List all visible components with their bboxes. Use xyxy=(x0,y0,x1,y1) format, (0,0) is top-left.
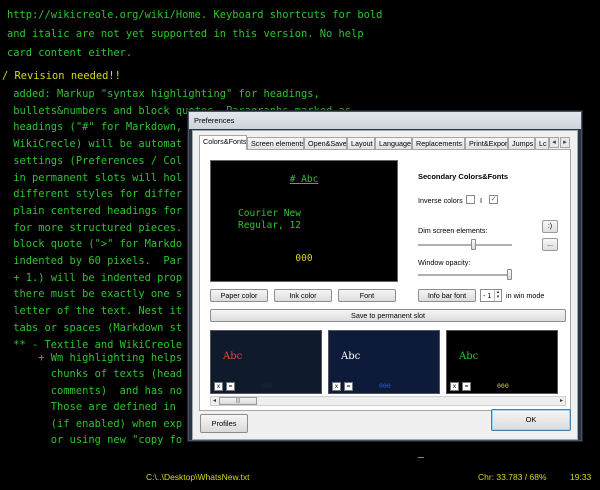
editor-line: block quote (">" for Markdo xyxy=(7,238,183,251)
slot-number: 000 xyxy=(379,382,391,390)
dialog-client-area: Colors&Fonts Screen elements Open&Save L… xyxy=(192,130,578,440)
tab-jumps[interactable]: Jumps xyxy=(508,137,535,149)
dim-screen-label: Dim screen elements: xyxy=(418,226,488,235)
color-slot[interactable]: Abc x = 000 xyxy=(446,330,558,394)
editor-line: chunks of texts (head xyxy=(7,368,183,381)
editor-line: / Revision needed!! xyxy=(2,70,121,82)
tab-scroll-left-icon[interactable]: ◂ xyxy=(549,137,559,148)
preview-font-desc: Courier New Regular, 12 xyxy=(238,208,301,232)
i-label: I xyxy=(480,196,482,205)
editor-line: (if enabled) when exp xyxy=(7,417,183,430)
info-bar-font-button[interactable]: Info bar font xyxy=(418,289,476,302)
opacity-slider-thumb[interactable] xyxy=(507,269,512,280)
scroll-thumb[interactable]: ||| xyxy=(219,397,257,405)
permanent-slots: Abc x = 000 Abc x = 000 Abc x = 000 xyxy=(210,330,566,394)
editor-line: and italic are not yet supported in this… xyxy=(7,28,364,40)
preferences-dialog: Preferences Colors&Fonts Screen elements… xyxy=(187,110,583,442)
dim-slider-track[interactable] xyxy=(418,244,512,246)
editor-line: tabs or spaces (Markdown st xyxy=(7,321,183,334)
editor-line: settings (Preferences / Col xyxy=(7,154,183,167)
tab-scroll-right-icon[interactable]: ▸ xyxy=(560,137,570,148)
status-bar: C:\..\Desktop\WhatsNew.txt Chr: 33.783 /… xyxy=(0,466,600,490)
slot-delete-button[interactable]: x xyxy=(332,382,341,391)
slot-number: 000 xyxy=(497,382,509,390)
editor-line: in permanent slots will hol xyxy=(7,171,183,184)
window-opacity-label: Window opacity: xyxy=(418,258,471,267)
editor-line: headings ("#" for Markdown, xyxy=(7,121,183,134)
spinner-arrows-icon[interactable]: ▴ ▾ xyxy=(494,290,501,301)
slots-scrollbar[interactable]: ◂ ||| ▸ xyxy=(210,396,566,406)
inverse-colors-checkbox[interactable] xyxy=(466,195,475,204)
editor-line: + 1.) will be indented prop xyxy=(7,271,183,284)
editor-line: plain centered headings for xyxy=(7,204,183,217)
color-slot[interactable]: Abc x = 000 xyxy=(210,330,322,394)
preview-font-style: Regular, 12 xyxy=(238,220,301,231)
preview-number: 000 xyxy=(295,253,313,264)
ok-button[interactable]: OK xyxy=(491,409,571,431)
slot-apply-button[interactable]: = xyxy=(226,382,235,391)
status-file-path: C:\..\Desktop\WhatsNew.txt xyxy=(146,472,250,482)
tab-replacements[interactable]: Replacements xyxy=(412,137,465,149)
status-char-count: Chr: 33.783 / 68% xyxy=(478,472,547,482)
editor-line: Those are defined in xyxy=(7,401,176,414)
win-mode-spinner[interactable]: - 1 ▴ ▾ xyxy=(480,289,502,302)
opacity-slider-track[interactable] xyxy=(418,274,512,276)
tab-colors-fonts[interactable]: Colors&Fonts xyxy=(199,135,247,150)
slot-sample-text: Abc xyxy=(341,351,361,362)
scroll-right-icon[interactable]: ▸ xyxy=(558,397,565,405)
editor-line: added: Markup "syntax highlighting" for … xyxy=(7,88,320,100)
paper-color-button[interactable]: Paper color xyxy=(210,289,268,302)
editor-line: ** - Textile and WikiCreole xyxy=(7,338,183,351)
tab-strip: Colors&Fonts Screen elements Open&Save L… xyxy=(199,135,571,150)
inverse-colors-label: Inverse colors xyxy=(418,196,463,205)
tab-layout[interactable]: Layout xyxy=(347,137,375,149)
i-checkbox[interactable]: ✓ xyxy=(489,195,498,204)
preview-font-name: Courier New xyxy=(238,208,301,219)
profiles-button[interactable]: Profiles xyxy=(200,414,248,433)
color-slot[interactable]: Abc x = 000 xyxy=(328,330,440,394)
editor-line: there must be exactly one s xyxy=(7,288,183,301)
scroll-left-icon[interactable]: ◂ xyxy=(211,397,218,405)
slot-delete-button[interactable]: x xyxy=(214,382,223,391)
slot-apply-button[interactable]: = xyxy=(344,382,353,391)
colors-fonts-page: # Abc Courier New Regular, 12 000 Second… xyxy=(199,149,571,411)
editor-line: + Wm highlighting helps xyxy=(7,352,183,364)
editor-line: for more structured pieces. xyxy=(7,221,183,234)
tab-language[interactable]: Language xyxy=(375,137,412,149)
text-cursor xyxy=(418,457,424,458)
slot-apply-button[interactable]: = xyxy=(462,382,471,391)
slot-delete-button[interactable]: x xyxy=(450,382,459,391)
editor-line: letter of the text. Nest it xyxy=(7,305,183,318)
font-button[interactable]: Font xyxy=(338,289,396,302)
ink-color-button[interactable]: Ink color xyxy=(274,289,332,302)
editor-line: WikiCrecle) will be automat xyxy=(7,138,183,151)
editor-line: different styles for differ xyxy=(7,188,183,201)
editor-line: or using new "copy fo xyxy=(7,434,183,446)
tab-screen-elements[interactable]: Screen elements xyxy=(247,137,304,149)
smiley-button[interactable]: :) xyxy=(542,220,558,233)
save-permanent-slot-button[interactable]: Save to permanent slot xyxy=(210,309,566,322)
dim-slider-thumb[interactable] xyxy=(471,239,477,250)
slot-sample-text: Abc xyxy=(459,351,479,362)
tab-open-save[interactable]: Open&Save xyxy=(304,137,347,149)
editor-line: indented by 60 pixels. Par xyxy=(7,255,183,267)
editor-line: http://wikicreole.org/wiki/Home. Keyboar… xyxy=(7,9,383,21)
tab-truncated[interactable]: Lc xyxy=(535,137,549,149)
dialog-titlebar[interactable]: Preferences xyxy=(189,112,581,129)
ellipsis-button[interactable]: ... xyxy=(542,238,558,251)
win-mode-label: in win mode xyxy=(506,291,545,300)
dialog-title: Preferences xyxy=(194,116,235,125)
primary-preview: # Abc Courier New Regular, 12 000 xyxy=(210,160,398,282)
spinner-value: - 1 xyxy=(483,291,492,300)
editor-line: card content either. xyxy=(7,47,133,59)
tab-print-export[interactable]: Print&Export xyxy=(465,137,508,149)
preview-heading: # Abc xyxy=(289,174,319,185)
editor-line: comments) and has no xyxy=(7,384,183,397)
slot-number: 000 xyxy=(261,382,273,390)
slot-sample-text: Abc xyxy=(223,351,243,362)
status-clock: 19:33 xyxy=(570,472,592,482)
secondary-title: Secondary Colors&Fonts xyxy=(418,172,509,181)
